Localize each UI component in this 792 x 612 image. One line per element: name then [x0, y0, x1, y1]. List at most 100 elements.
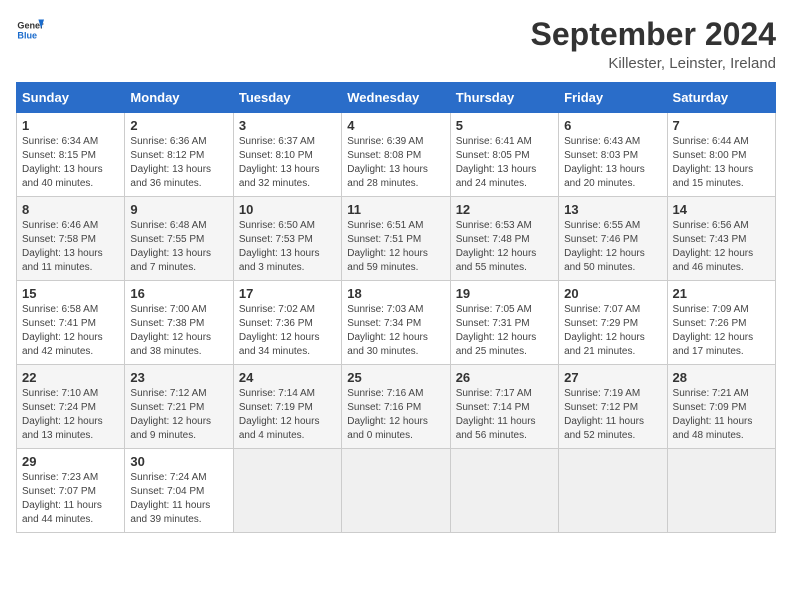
day-number: 16 [130, 286, 227, 301]
table-row [667, 449, 775, 533]
day-number: 3 [239, 118, 336, 133]
table-row: 27 Sunrise: 7:19 AMSunset: 7:12 PMDayligh… [559, 365, 667, 449]
table-row: 28 Sunrise: 7:21 AMSunset: 7:09 PMDayligh… [667, 365, 775, 449]
title-area: September 2024 Killester, Leinster, Irel… [531, 16, 776, 72]
logo: General Blue [16, 16, 44, 44]
day-number: 28 [673, 370, 770, 385]
table-row: 25 Sunrise: 7:16 AMSunset: 7:16 PMDayligh… [342, 365, 450, 449]
col-tuesday: Tuesday [233, 83, 341, 113]
day-number: 15 [22, 286, 119, 301]
cell-sunrise: Sunrise: 7:16 AMSunset: 7:16 PMDaylight:… [347, 388, 428, 441]
location-title: Killester, Leinster, Ireland [531, 55, 776, 72]
day-number: 27 [564, 370, 661, 385]
day-number: 8 [22, 202, 119, 217]
calendar-week-5: 29 Sunrise: 7:23 AMSunset: 7:07 PMDayligh… [17, 449, 776, 533]
table-row: 24 Sunrise: 7:14 AMSunset: 7:19 PMDayligh… [233, 365, 341, 449]
day-number: 22 [22, 370, 119, 385]
cell-sunrise: Sunrise: 6:43 AMSunset: 8:03 PMDaylight:… [564, 136, 645, 189]
day-number: 25 [347, 370, 444, 385]
day-number: 24 [239, 370, 336, 385]
table-row [450, 449, 558, 533]
table-row [233, 449, 341, 533]
col-friday: Friday [559, 83, 667, 113]
cell-sunrise: Sunrise: 6:58 AMSunset: 7:41 PMDaylight:… [22, 304, 103, 357]
cell-sunrise: Sunrise: 7:00 AMSunset: 7:38 PMDaylight:… [130, 304, 211, 357]
table-row: 29 Sunrise: 7:23 AMSunset: 7:07 PMDayligh… [17, 449, 125, 533]
col-thursday: Thursday [450, 83, 558, 113]
calendar-week-4: 22Sunrise: 7:10 AMSunset: 7:24 PMDayligh… [17, 365, 776, 449]
table-row: 1 Sunrise: 6:34 AMSunset: 8:15 PMDaylight… [17, 113, 125, 197]
cell-sunrise: Sunrise: 7:12 AMSunset: 7:21 PMDaylight:… [130, 388, 211, 441]
table-row: 13Sunrise: 6:55 AMSunset: 7:46 PMDayligh… [559, 197, 667, 281]
col-saturday: Saturday [667, 83, 775, 113]
day-number: 29 [22, 454, 119, 469]
day-number: 21 [673, 286, 770, 301]
cell-sunrise: Sunrise: 6:53 AMSunset: 7:48 PMDaylight:… [456, 220, 537, 273]
table-row: 20 Sunrise: 7:07 AMSunset: 7:29 PMDayligh… [559, 281, 667, 365]
day-number: 7 [673, 118, 770, 133]
cell-sunrise: Sunrise: 7:02 AMSunset: 7:36 PMDaylight:… [239, 304, 320, 357]
day-number: 26 [456, 370, 553, 385]
calendar-table: Sunday Monday Tuesday Wednesday Thursday… [16, 82, 776, 533]
col-wednesday: Wednesday [342, 83, 450, 113]
table-row: 22Sunrise: 7:10 AMSunset: 7:24 PMDayligh… [17, 365, 125, 449]
cell-sunrise: Sunrise: 7:07 AMSunset: 7:29 PMDaylight:… [564, 304, 645, 357]
cell-sunrise: Sunrise: 7:17 AMSunset: 7:14 PMDaylight:… [456, 388, 536, 441]
day-number: 20 [564, 286, 661, 301]
table-row: 30Sunrise: 7:24 AMSunset: 7:04 PMDayligh… [125, 449, 233, 533]
cell-sunrise: Sunrise: 6:51 AMSunset: 7:51 PMDaylight:… [347, 220, 428, 273]
table-row: 15 Sunrise: 6:58 AMSunset: 7:41 PMDayligh… [17, 281, 125, 365]
cell-sunrise: Sunrise: 7:21 AMSunset: 7:09 PMDaylight:… [673, 388, 753, 441]
cell-sunrise: Sunrise: 6:34 AMSunset: 8:15 PMDaylight:… [22, 136, 103, 189]
calendar-week-2: 8Sunrise: 6:46 AMSunset: 7:58 PMDaylight… [17, 197, 776, 281]
table-row: 7 Sunrise: 6:44 AMSunset: 8:00 PMDaylight… [667, 113, 775, 197]
col-sunday: Sunday [17, 83, 125, 113]
day-number: 12 [456, 202, 553, 217]
month-title: September 2024 [531, 16, 776, 53]
table-row: 10 Sunrise: 6:50 AMSunset: 7:53 PMDayligh… [233, 197, 341, 281]
cell-sunrise: Sunrise: 6:56 AMSunset: 7:43 PMDaylight:… [673, 220, 754, 273]
day-number: 10 [239, 202, 336, 217]
cell-sunrise: Sunrise: 7:23 AMSunset: 7:07 PMDaylight:… [22, 472, 102, 525]
cell-sunrise: Sunrise: 7:05 AMSunset: 7:31 PMDaylight:… [456, 304, 537, 357]
day-number: 2 [130, 118, 227, 133]
cell-sunrise: Sunrise: 6:44 AMSunset: 8:00 PMDaylight:… [673, 136, 754, 189]
table-row: 16 Sunrise: 7:00 AMSunset: 7:38 PMDayligh… [125, 281, 233, 365]
table-row: 9 Sunrise: 6:48 AMSunset: 7:55 PMDaylight… [125, 197, 233, 281]
table-row: 17 Sunrise: 7:02 AMSunset: 7:36 PMDayligh… [233, 281, 341, 365]
table-row: 23 Sunrise: 7:12 AMSunset: 7:21 PMDayligh… [125, 365, 233, 449]
table-row: 6 Sunrise: 6:43 AMSunset: 8:03 PMDaylight… [559, 113, 667, 197]
table-row: 11 Sunrise: 6:51 AMSunset: 7:51 PMDayligh… [342, 197, 450, 281]
cell-sunrise: Sunrise: 6:37 AMSunset: 8:10 PMDaylight:… [239, 136, 320, 189]
logo-icon: General Blue [16, 16, 44, 44]
day-number: 13 [564, 202, 661, 217]
day-number: 11 [347, 202, 444, 217]
table-row: 5Sunrise: 6:41 AMSunset: 8:05 PMDaylight… [450, 113, 558, 197]
table-row [559, 449, 667, 533]
col-monday: Monday [125, 83, 233, 113]
day-number: 19 [456, 286, 553, 301]
day-number: 23 [130, 370, 227, 385]
day-number: 4 [347, 118, 444, 133]
day-number: 17 [239, 286, 336, 301]
day-number: 6 [564, 118, 661, 133]
day-number: 9 [130, 202, 227, 217]
day-number: 14 [673, 202, 770, 217]
table-row: 21Sunrise: 7:09 AMSunset: 7:26 PMDayligh… [667, 281, 775, 365]
calendar-week-3: 15 Sunrise: 6:58 AMSunset: 7:41 PMDayligh… [17, 281, 776, 365]
day-number: 5 [456, 118, 553, 133]
cell-sunrise: Sunrise: 6:39 AMSunset: 8:08 PMDaylight:… [347, 136, 428, 189]
table-row: 4 Sunrise: 6:39 AMSunset: 8:08 PMDaylight… [342, 113, 450, 197]
table-row [342, 449, 450, 533]
cell-sunrise: Sunrise: 7:24 AMSunset: 7:04 PMDaylight:… [130, 472, 210, 525]
cell-sunrise: Sunrise: 7:03 AMSunset: 7:34 PMDaylight:… [347, 304, 428, 357]
day-number: 1 [22, 118, 119, 133]
calendar-week-1: 1 Sunrise: 6:34 AMSunset: 8:15 PMDaylight… [17, 113, 776, 197]
cell-sunrise: Sunrise: 7:19 AMSunset: 7:12 PMDaylight:… [564, 388, 644, 441]
svg-text:Blue: Blue [17, 30, 37, 40]
cell-sunrise: Sunrise: 6:50 AMSunset: 7:53 PMDaylight:… [239, 220, 320, 273]
cell-sunrise: Sunrise: 6:48 AMSunset: 7:55 PMDaylight:… [130, 220, 211, 273]
table-row: 12 Sunrise: 6:53 AMSunset: 7:48 PMDayligh… [450, 197, 558, 281]
table-row: 19 Sunrise: 7:05 AMSunset: 7:31 PMDayligh… [450, 281, 558, 365]
cell-sunrise: Sunrise: 7:14 AMSunset: 7:19 PMDaylight:… [239, 388, 320, 441]
